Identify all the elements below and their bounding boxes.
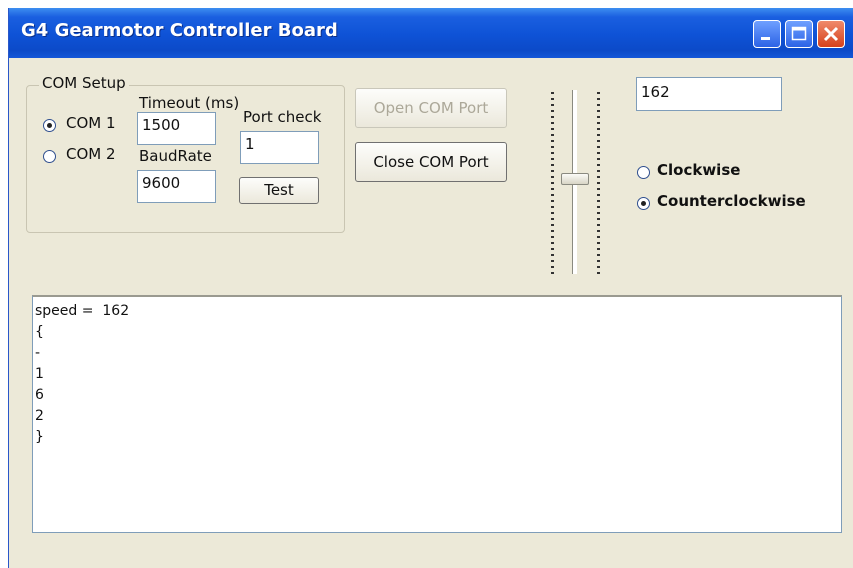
slider-tick [551,254,554,256]
output-line: 1 [35,366,44,382]
close-button[interactable] [817,20,845,48]
slider-tick [597,272,600,274]
slider-tick [597,200,600,202]
slider-tick [597,110,600,112]
slider-tick [551,272,554,274]
slider-tick [597,134,600,136]
slider-tick [551,194,554,196]
slider-tick [597,92,600,94]
slider-tick [597,206,600,208]
slider-tick [551,230,554,232]
slider-tick [597,170,600,172]
slider-tick [551,260,554,262]
test-button[interactable]: Test [239,177,319,204]
counterclockwise-label[interactable]: Counterclockwise [657,192,806,210]
com2-label[interactable]: COM 2 [66,145,116,163]
open-com-port-button[interactable]: Open COM Port [355,88,507,128]
slider-tick [551,128,554,130]
slider-tick [597,254,600,256]
slider-tick [597,122,600,124]
slider-tick [551,116,554,118]
slider-tick [551,110,554,112]
com1-radio[interactable] [43,119,56,132]
close-icon [823,26,839,42]
slider-tick [551,134,554,136]
slider-tick [551,140,554,142]
slider-tick [551,98,554,100]
slider-thumb[interactable] [561,172,589,185]
slider-tick [551,170,554,172]
slider-tick [597,218,600,220]
slider-tick [597,188,600,190]
baudrate-label: BaudRate [139,147,212,165]
title-bar[interactable]: G4 Gearmotor Controller Board [9,8,853,58]
slider-tick [551,242,554,244]
output-line: 6 [35,387,44,403]
output-line: speed = 162 [35,303,130,319]
clockwise-label[interactable]: Clockwise [657,161,740,179]
slider-tick [597,212,600,214]
com-setup-label: COM Setup [39,74,129,92]
minimize-icon [761,37,770,40]
slider-tick [551,182,554,184]
slider-tick [597,128,600,130]
com2-radio[interactable] [43,150,56,163]
slider-tick [551,176,554,178]
slider-tick [597,236,600,238]
slider-tick [597,248,600,250]
slider-tick [551,152,554,154]
output-line: 2 [35,408,44,424]
slider-tick [597,224,600,226]
slider-tick [551,164,554,166]
slider-tick [597,182,600,184]
slider-tick [551,218,554,220]
slider-tick [597,98,600,100]
slider-tick [597,152,600,154]
slider-tick [597,176,600,178]
slider-tick [597,266,600,268]
slider-tick [597,164,600,166]
slider-tick [551,104,554,106]
window-title: G4 Gearmotor Controller Board [21,20,338,41]
port-check-label: Port check [243,108,322,126]
slider-tick [551,248,554,250]
slider-tick [551,158,554,160]
slider-tick [551,200,554,202]
app-window: G4 Gearmotor Controller Board COM Setup … [8,8,853,568]
clockwise-radio[interactable] [637,166,650,179]
minimize-button[interactable] [753,20,781,48]
timeout-label: Timeout (ms) [139,94,240,112]
slider-tick [551,206,554,208]
slider-tick [597,194,600,196]
slider-tick [551,146,554,148]
slider-tick [597,158,600,160]
output-line: - [35,345,41,361]
port-check-input[interactable]: 1 [240,131,319,164]
slider-tick [597,230,600,232]
slider-tick [597,140,600,142]
speed-value-field[interactable]: 162 [636,77,782,111]
slider-tick [597,116,600,118]
slider-tick [597,242,600,244]
timeout-input[interactable]: 1500 [137,112,216,145]
slider-tick [597,146,600,148]
output-textarea[interactable]: speed = 162 { - 1 6 2 } [32,295,842,533]
close-com-port-button[interactable]: Close COM Port [355,142,507,182]
slider-tick [597,260,600,262]
counterclockwise-radio[interactable] [637,197,650,210]
slider-tick [597,104,600,106]
maximize-button[interactable] [785,20,813,48]
slider-tick [551,224,554,226]
slider-tick [551,92,554,94]
slider-tick [551,266,554,268]
com1-label[interactable]: COM 1 [66,114,116,132]
output-line: { [35,324,44,340]
slider-tick [551,212,554,214]
slider-tick [551,122,554,124]
baudrate-input[interactable]: 9600 [137,170,216,203]
slider-tick [551,188,554,190]
output-line: } [35,429,44,445]
slider-tick [551,236,554,238]
maximize-icon [791,26,807,41]
